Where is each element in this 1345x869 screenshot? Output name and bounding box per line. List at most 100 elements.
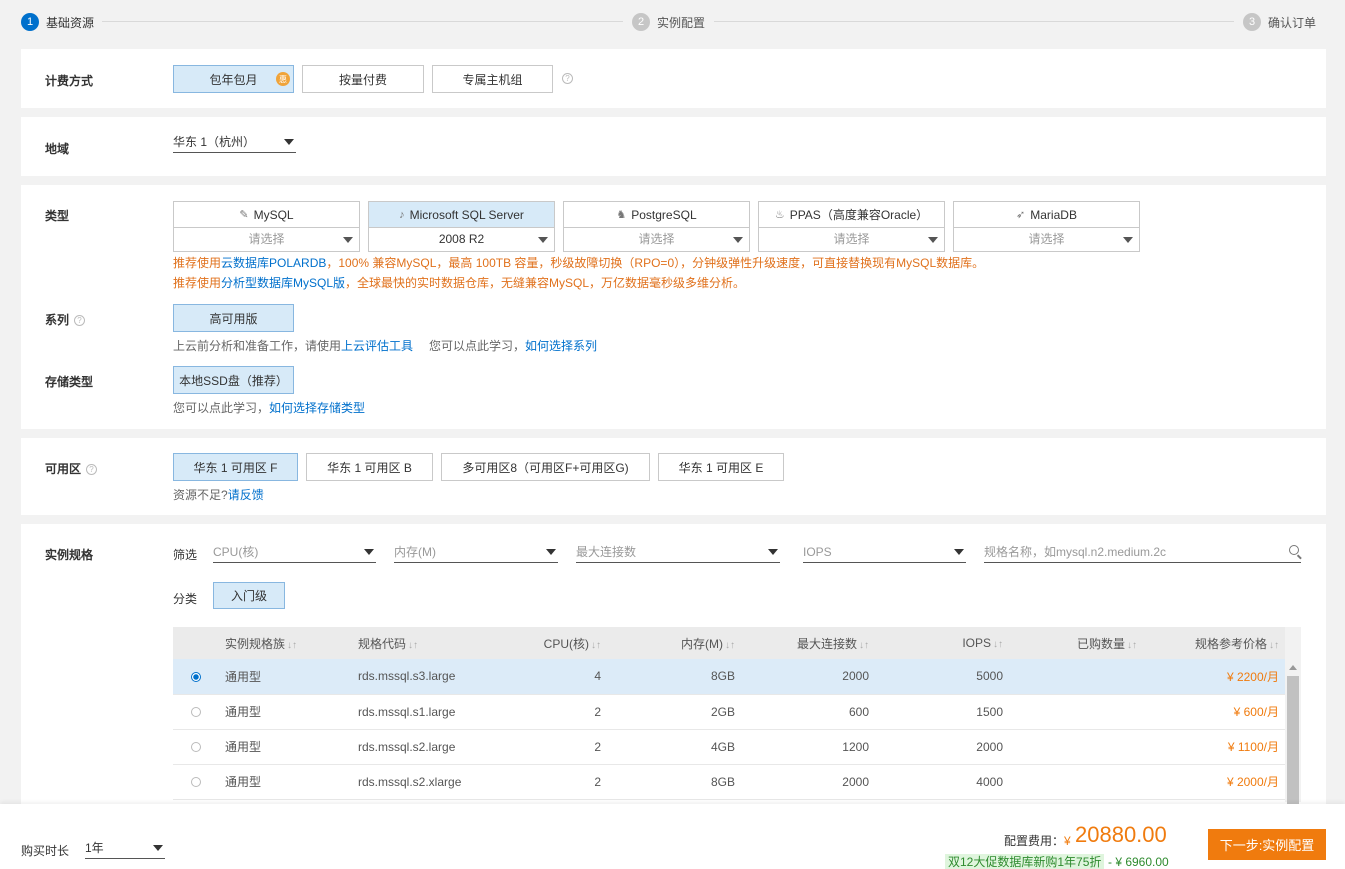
help-icon[interactable]: ? xyxy=(562,73,573,84)
how-to-choose-series-link[interactable]: 如何选择系列 xyxy=(525,339,597,353)
help-icon[interactable]: ? xyxy=(86,464,98,475)
how-to-choose-storage-link[interactable]: 如何选择存储类型 xyxy=(269,401,365,415)
scroll-up-arrow-icon[interactable] xyxy=(1289,665,1297,670)
region-select[interactable]: 华东 1（杭州） xyxy=(173,131,296,153)
step-1-number: 1 xyxy=(21,13,39,31)
series-option-ha[interactable]: 高可用版 xyxy=(173,304,294,332)
search-icon[interactable] xyxy=(1289,545,1299,555)
engine-head[interactable]: ✎ MySQL xyxy=(174,202,359,228)
engine-version-value: 请选择 xyxy=(638,232,675,246)
sort-icon[interactable]: ↓↑ xyxy=(725,640,735,651)
table-row[interactable]: 通用型 rds.mssql.s2.xlarge 2 8GB 2000 4000 … xyxy=(173,764,1285,800)
chevron-down-icon xyxy=(954,549,964,555)
table-header-memory[interactable]: 内存(M) ↓↑ xyxy=(607,627,741,659)
row-radio-cell[interactable] xyxy=(173,764,219,800)
sort-icon[interactable]: ↓↑ xyxy=(591,640,601,651)
engine-head[interactable]: ♨ PPAS（高度兼容Oracle） xyxy=(759,202,944,228)
engine-version-select[interactable]: 请选择 xyxy=(174,228,359,252)
table-header-price[interactable]: 规格参考价格 ↓↑ xyxy=(1143,627,1285,659)
duration-select[interactable]: 1年 xyxy=(85,837,165,859)
chevron-down-icon xyxy=(364,549,374,555)
table-row[interactable]: 通用型 rds.mssql.s3.large 4 8GB 2000 5000 ¥… xyxy=(173,659,1285,695)
help-icon[interactable]: ? xyxy=(74,315,86,326)
engine-version-select[interactable]: 2008 R2 xyxy=(369,228,554,252)
engine-head[interactable]: ♞ PostgreSQL xyxy=(564,202,749,228)
engine-version-select[interactable]: 请选择 xyxy=(759,228,944,252)
sort-icon[interactable]: ↓↑ xyxy=(993,639,1003,650)
billing-option-subscription[interactable]: 包年包月 惠 xyxy=(173,65,294,93)
storage-option-local-ssd[interactable]: 本地SSD盘（推荐） xyxy=(173,366,294,394)
engine-version-value: 2008 R2 xyxy=(438,232,485,246)
cpu-filter-placeholder: CPU(核) xyxy=(213,545,259,559)
billing-option-dedicated-host[interactable]: 专属主机组 xyxy=(432,65,553,93)
hint-text: 上云前分析和准备工作，请使用 xyxy=(173,339,342,353)
radio-unselected[interactable] xyxy=(191,707,201,718)
table-header-connections[interactable]: 最大连接数 ↓↑ xyxy=(741,627,875,659)
zone-option-b[interactable]: 华东 1 可用区 B xyxy=(306,453,433,481)
cell-code: rds.mssql.s1.large xyxy=(352,694,491,730)
note-text: 推荐使用 xyxy=(173,276,222,290)
scrollbar-thumb[interactable] xyxy=(1287,676,1299,806)
zone-option-e[interactable]: 华东 1 可用区 E xyxy=(658,453,784,481)
cpu-filter-select[interactable]: CPU(核) xyxy=(213,541,376,563)
migration-assessment-link[interactable]: 上云评估工具 xyxy=(341,339,413,353)
next-step-button[interactable]: 下一步:实例配置 xyxy=(1208,829,1326,860)
table-header-iops[interactable]: IOPS ↓↑ xyxy=(875,627,1009,659)
mariadb-icon: ➶ xyxy=(1016,209,1026,221)
sort-icon[interactable]: ↓↑ xyxy=(1127,640,1137,651)
table-header-bought[interactable]: 已购数量 ↓↑ xyxy=(1009,627,1143,659)
adb-mysql-link[interactable]: 分析型数据库MySQL版 xyxy=(221,276,345,290)
sort-icon[interactable]: ↓↑ xyxy=(859,640,869,651)
table-header-cpu[interactable]: CPU(核) ↓↑ xyxy=(491,627,607,659)
storage-hint: 您可以点此学习，如何选择存储类型 xyxy=(173,399,365,416)
memory-filter-select[interactable]: 内存(M) xyxy=(394,541,558,563)
spec-search-input[interactable]: 规格名称，如mysql.n2.medium.2c xyxy=(984,541,1301,563)
step-bar: 1 基础资源 2 实例配置 3 确认订单 xyxy=(0,0,1345,44)
engine-card-mariadb[interactable]: ➶ MariaDB 请选择 xyxy=(953,201,1140,252)
chevron-down-icon xyxy=(153,845,163,851)
chevron-down-icon xyxy=(928,237,938,243)
row-radio-cell[interactable] xyxy=(173,729,219,765)
duration-value: 1年 xyxy=(85,841,104,855)
engine-name: PPAS（高度兼容Oracle） xyxy=(789,208,929,222)
table-header-code[interactable]: 规格代码 ↓↑ xyxy=(352,627,491,659)
feedback-link[interactable]: 请反馈 xyxy=(228,488,264,502)
engine-card-mysql[interactable]: ✎ MySQL 请选择 xyxy=(173,201,360,252)
cell-price: ¥ 2200/月 xyxy=(1143,659,1285,695)
radio-unselected[interactable] xyxy=(191,777,201,788)
polardb-link[interactable]: 云数据库POLARDB xyxy=(221,256,326,270)
billing-option-label: 包年包月 xyxy=(209,72,258,87)
row-radio-cell[interactable] xyxy=(173,659,219,695)
series-hint: 上云前分析和准备工作，请使用上云评估工具 您可以点此学习，如何选择系列 xyxy=(173,337,597,354)
table-row[interactable]: 通用型 rds.mssql.s2.large 2 4GB 1200 2000 ¥… xyxy=(173,729,1285,765)
note-text: 推荐使用 xyxy=(173,256,222,270)
engine-card-ppas[interactable]: ♨ PPAS（高度兼容Oracle） 请选择 xyxy=(758,201,945,252)
engine-card-postgresql[interactable]: ♞ PostgreSQL 请选择 xyxy=(563,201,750,252)
row-radio-cell[interactable] xyxy=(173,694,219,730)
billing-option-pay-as-you-go[interactable]: 按量付费 xyxy=(302,65,424,93)
cell-cpu: 2 xyxy=(491,694,607,730)
table-scrollbar[interactable] xyxy=(1285,627,1301,806)
zone-option-multi[interactable]: 多可用区8（可用区F+可用区G) xyxy=(441,453,650,481)
step-3: 3 确认订单 xyxy=(1243,12,1316,32)
zone-option-f[interactable]: 华东 1 可用区 F xyxy=(173,453,298,481)
radio-unselected[interactable] xyxy=(191,742,201,753)
table-row[interactable]: 通用型 rds.mssql.s1.large 2 2GB 600 1500 ¥ … xyxy=(173,694,1285,730)
sort-icon[interactable]: ↓↑ xyxy=(408,640,418,651)
category-option-entry[interactable]: 入门级 xyxy=(213,582,285,609)
billing-option-label: 按量付费 xyxy=(338,72,387,87)
spec-panel: 实例规格 筛选 CPU(核) 内存(M) 最大连接数 IOPS 规格名称，如my… xyxy=(21,524,1326,806)
sort-icon[interactable]: ↓↑ xyxy=(1269,640,1279,651)
sort-icon[interactable]: ↓↑ xyxy=(287,640,297,651)
engine-version-select[interactable]: 请选择 xyxy=(954,228,1139,252)
cell-bought xyxy=(1009,764,1143,800)
table-header-family[interactable]: 实例规格族 ↓↑ xyxy=(219,627,352,659)
connections-filter-select[interactable]: 最大连接数 xyxy=(576,541,780,563)
chevron-down-icon xyxy=(284,139,294,145)
engine-head[interactable]: ➶ MariaDB xyxy=(954,202,1139,228)
engine-head[interactable]: ♪ Microsoft SQL Server xyxy=(369,202,554,228)
iops-filter-select[interactable]: IOPS xyxy=(803,541,966,563)
engine-version-select[interactable]: 请选择 xyxy=(564,228,749,252)
radio-selected[interactable] xyxy=(191,672,201,683)
engine-card-sqlserver[interactable]: ♪ Microsoft SQL Server 2008 R2 xyxy=(368,201,555,252)
